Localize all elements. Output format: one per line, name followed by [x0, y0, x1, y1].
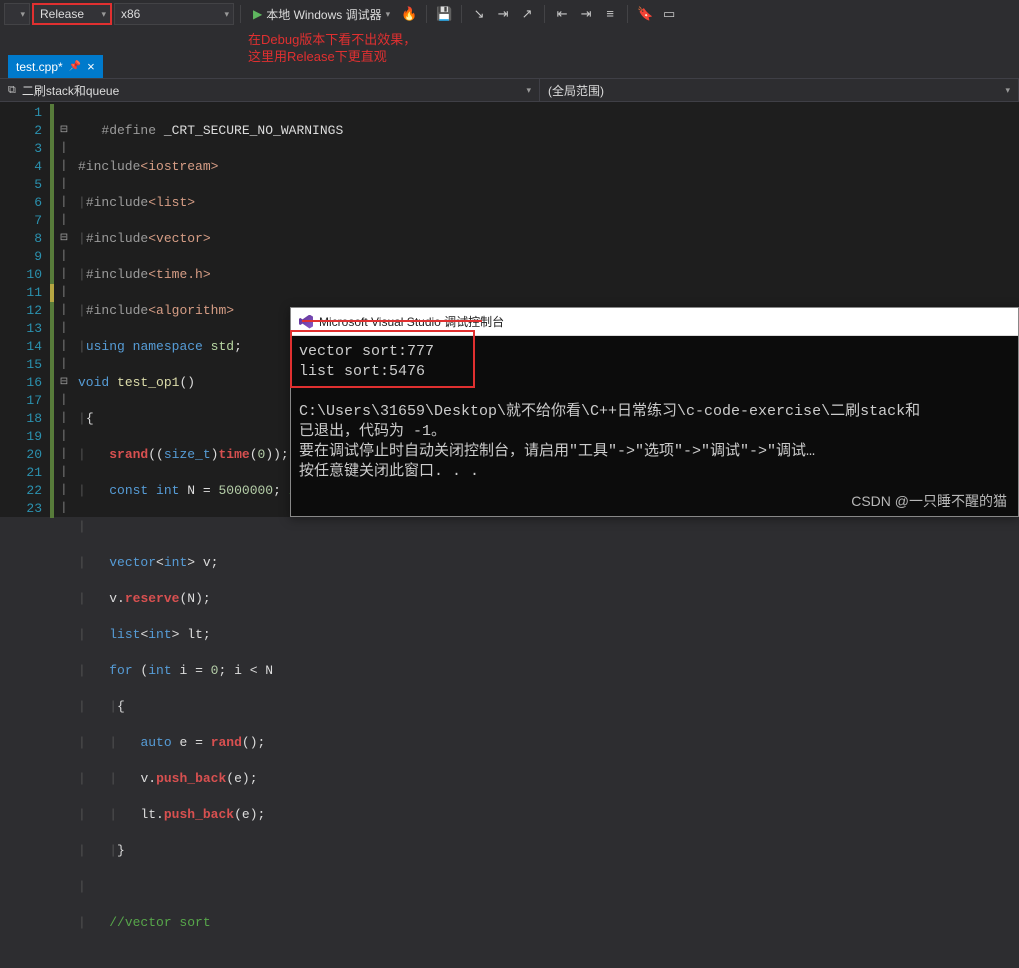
step-out-icon[interactable]: ↗ [516, 3, 538, 25]
toolbar-generic-dropdown[interactable] [4, 3, 30, 25]
console-titlebar[interactable]: Microsoft Visual Studio 调试控制台 [291, 308, 1018, 336]
pin-icon[interactable]: 📌 [69, 61, 81, 72]
nav-icon[interactable]: ▭ [658, 3, 680, 25]
toolbar-separator [461, 5, 462, 23]
indent-less-icon[interactable]: ⇤ [551, 3, 573, 25]
comment-icon[interactable]: ≡ [599, 3, 621, 25]
console-line: 按任意键关闭此窗口. . . [299, 463, 479, 480]
close-icon[interactable]: × [87, 59, 95, 74]
breadcrumb-scope-name: (全局范围) [548, 82, 604, 99]
annotation-line-2: 这里用Release下更直观 [248, 49, 416, 66]
tab-filename: test.cpp* [16, 60, 63, 74]
toolbar-separator [544, 5, 545, 23]
console-line: C:\Users\31659\Desktop\就不给你看\C++日常练习\c-c… [299, 403, 920, 420]
console-line: list sort:5476 [299, 363, 425, 380]
file-tab[interactable]: test.cpp* 📌 × [8, 55, 103, 78]
console-output[interactable]: vector sort:777 list sort:5476 C:\Users\… [291, 336, 1018, 516]
play-icon: ▶ [253, 7, 262, 21]
breadcrumb-project-name: 二刷stack和queue [22, 82, 119, 99]
console-line: 已退出，代码为 -1。 [299, 423, 446, 440]
watermark-text: CSDN @一只睡不醒的猫 [851, 491, 1007, 511]
step-over-icon[interactable]: ⇥ [492, 3, 514, 25]
chevron-down-icon: ▾ [386, 9, 391, 20]
indent-more-icon[interactable]: ⇥ [575, 3, 597, 25]
fold-gutter: ⊟│││││⊟│││││││⊟│││││││ [54, 102, 74, 517]
annotation-strikethrough [302, 320, 482, 322]
debug-console-window[interactable]: Microsoft Visual Studio 调试控制台 vector sor… [290, 307, 1019, 517]
save-icon[interactable]: 💾 [433, 3, 455, 25]
step-into-icon[interactable]: ↘ [468, 3, 490, 25]
breadcrumb-bar: ⧉ 二刷stack和queue ▾ (全局范围) ▾ [0, 78, 1019, 102]
toolbar-separator [627, 5, 628, 23]
start-debugger-button[interactable]: ▶ 本地 Windows 调试器 ▾ [247, 3, 396, 25]
fire-icon[interactable]: 🔥 [398, 3, 420, 25]
platform-dropdown[interactable]: x86 [114, 3, 234, 25]
config-dropdown[interactable]: Release [32, 3, 112, 25]
project-icon: ⧉ [8, 84, 16, 97]
toolbar-separator [426, 5, 427, 23]
toolbar-separator [240, 5, 241, 23]
debugger-label: 本地 Windows 调试器 [266, 6, 381, 23]
annotation-line-1: 在Debug版本下看不出效果， [248, 32, 416, 49]
chevron-down-icon: ▾ [1005, 85, 1010, 96]
console-line: vector sort:777 [299, 343, 434, 360]
console-line: 要在调试停止时自动关闭控制台，请启用"工具"->"选项"->"调试"->"调试… [299, 443, 815, 460]
fold-toggle[interactable]: ⊟ [54, 122, 74, 140]
breadcrumb-project[interactable]: ⧉ 二刷stack和queue ▾ [0, 79, 540, 101]
breadcrumb-scope[interactable]: (全局范围) ▾ [540, 79, 1019, 101]
main-toolbar: Release x86 ▶ 本地 Windows 调试器 ▾ 🔥 💾 ↘ ⇥ ↗… [0, 0, 1019, 28]
line-number-gutter: 1234567891011121314151617181920212223 [0, 102, 50, 517]
bookmark-icon[interactable]: 🔖 [634, 3, 656, 25]
tab-bar: test.cpp* 📌 × [0, 52, 1019, 78]
user-annotation: 在Debug版本下看不出效果， 这里用Release下更直观 [248, 32, 416, 66]
chevron-down-icon: ▾ [526, 85, 531, 96]
